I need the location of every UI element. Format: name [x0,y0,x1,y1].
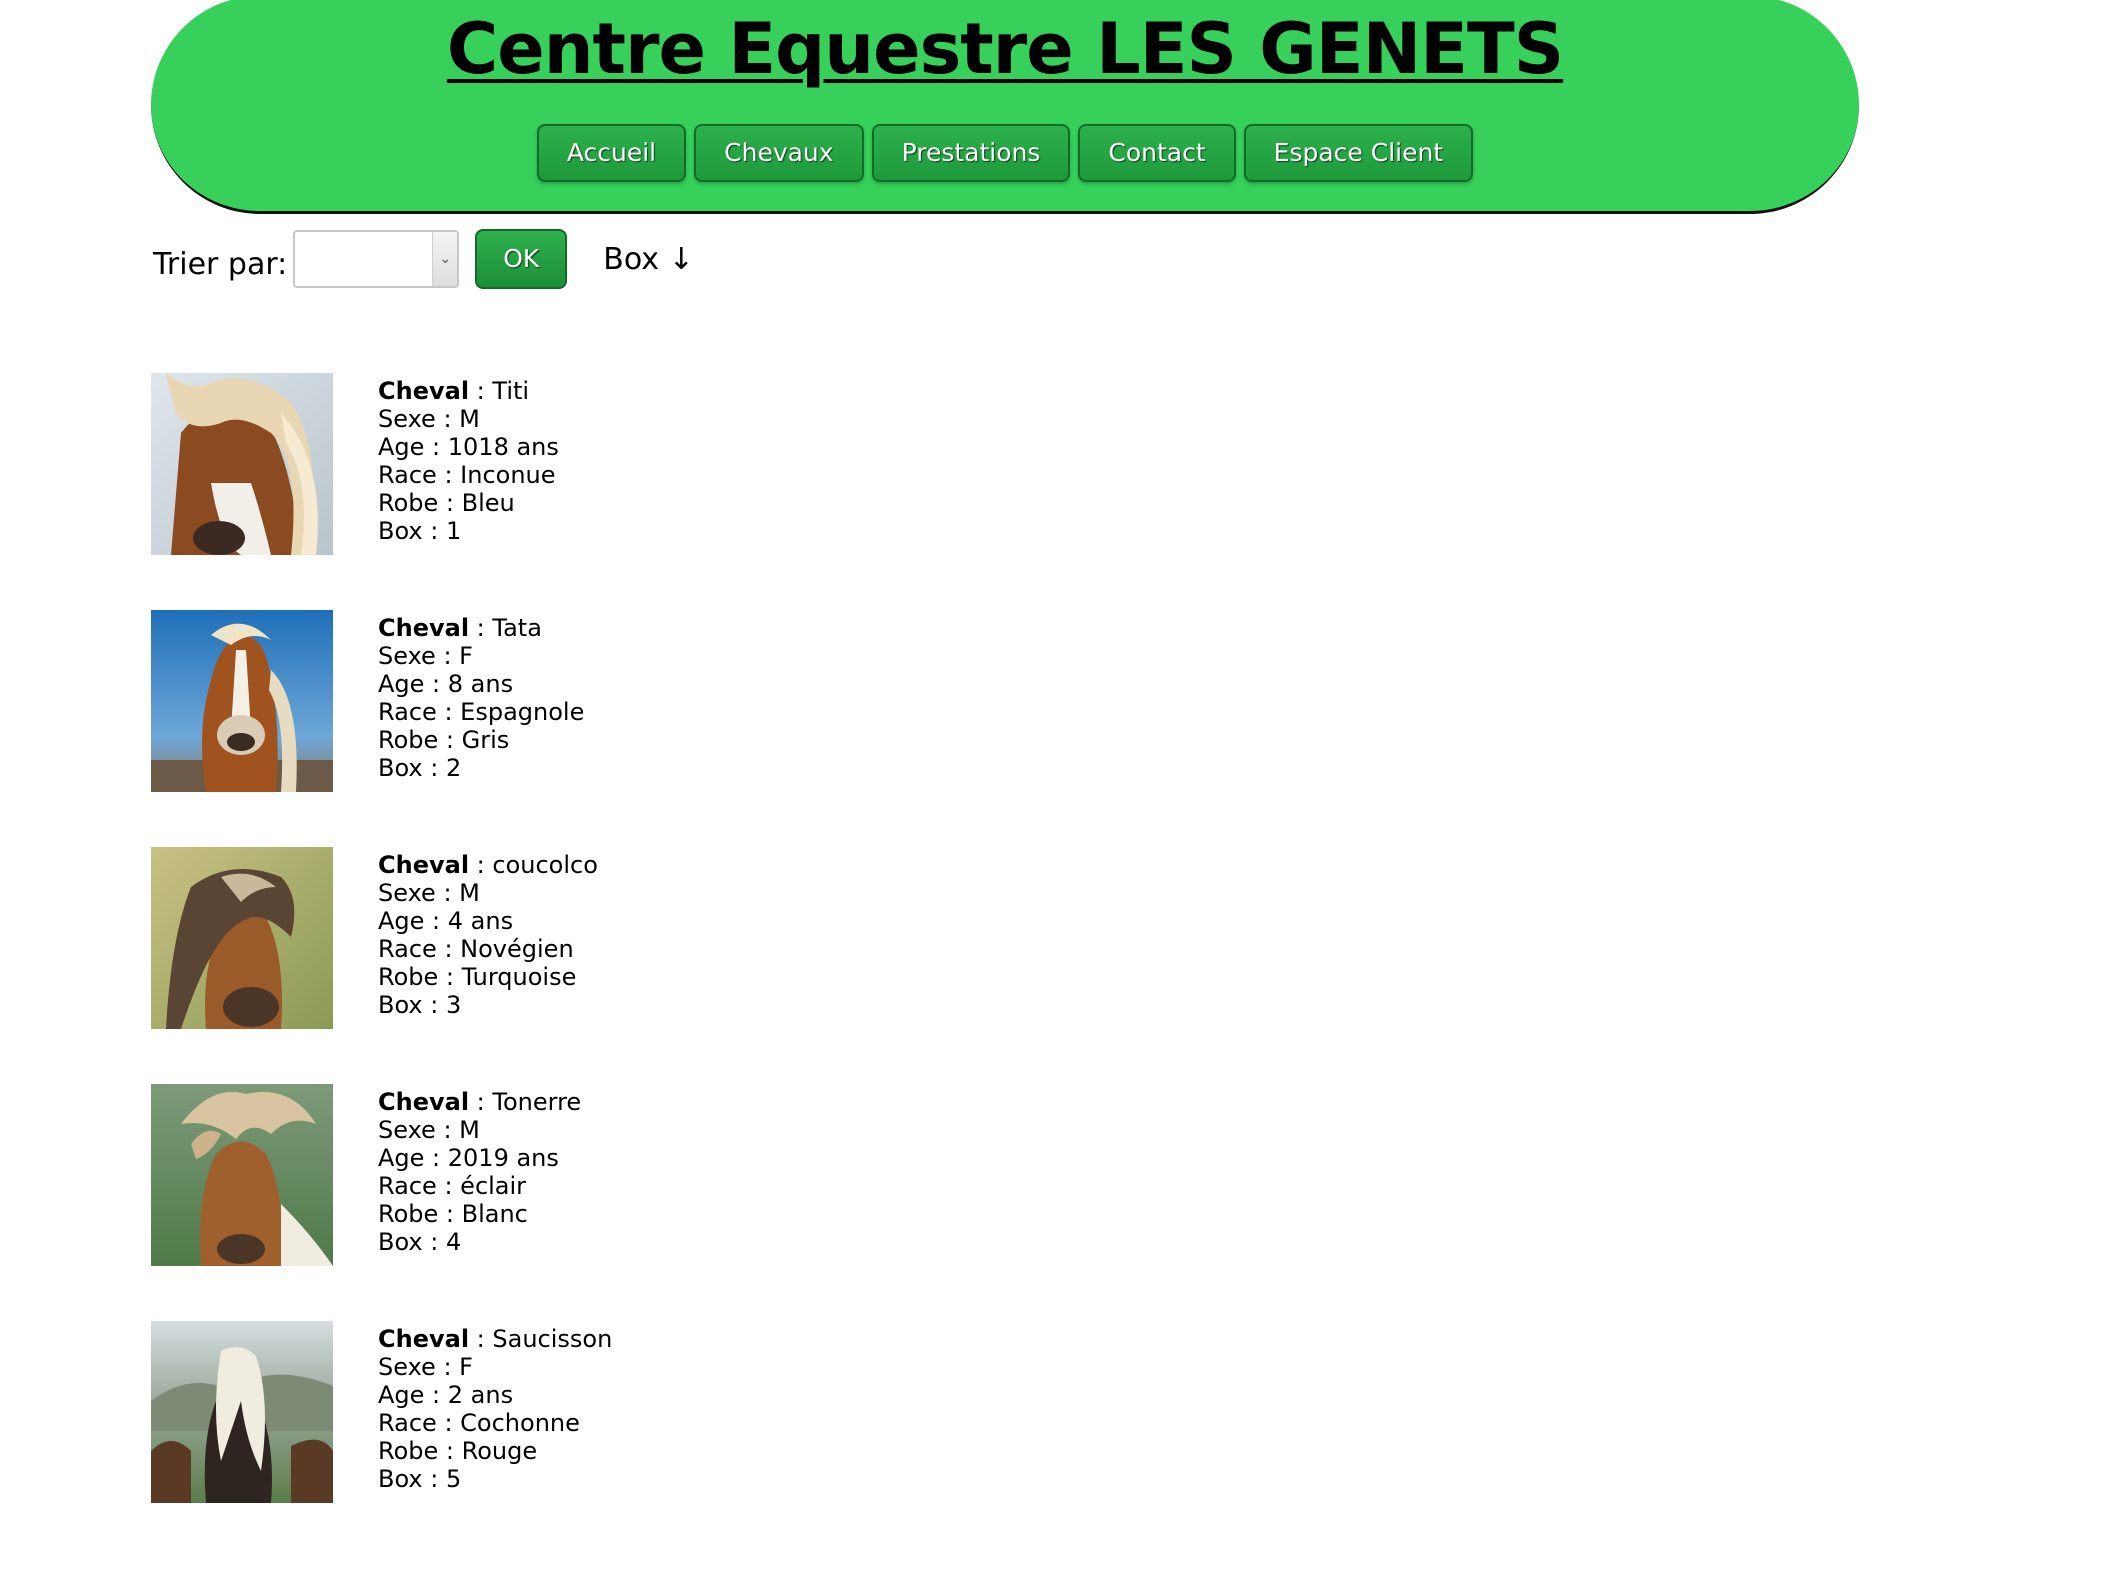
horse-robe: Turquoise [461,963,577,991]
sort-label: Trier par: [153,246,288,282]
horse-info: Cheval : Tonerre Sexe : M Age : 2019 ans… [378,1088,582,1256]
nav-prestations-button[interactable]: Prestations [871,124,1071,182]
horse-photo [151,847,333,1029]
horse-robe: Gris [461,726,510,754]
horse-age: 8 ans [447,670,514,698]
horse-name: Tonerre [492,1088,582,1116]
horse-race: Novégien [460,935,574,963]
sort-bar: Trier par: ⌄ OK Box ↓ [153,228,694,290]
horse-age: 1018 ans [447,433,559,461]
horse-race: Cochonne [460,1409,580,1437]
horse-box: 4 [445,1228,462,1256]
horse-name-label: Cheval [378,851,470,879]
horse-card: Cheval : Titi Sexe : M Age : 1018 ans Ra… [151,373,951,610]
horse-sexe: M [459,1116,480,1144]
horse-name-label: Cheval [378,377,470,405]
site-header: Centre Equestre LES GENETS Accueil Cheva… [151,0,1859,214]
horse-list: Cheval : Titi Sexe : M Age : 1018 ans Ra… [151,373,951,1558]
horse-box: 5 [445,1465,462,1493]
horse-age: 4 ans [447,907,514,935]
nav-chevaux-button[interactable]: Chevaux [694,124,864,182]
main-nav: Accueil Chevaux Prestations Contact Espa… [151,124,1859,182]
horse-photo [151,1084,333,1266]
horse-sexe: F [459,642,473,670]
horse-race: éclair [460,1172,527,1200]
horse-box: 1 [445,517,462,545]
horse-info: Cheval : Titi Sexe : M Age : 1018 ans Ra… [378,377,559,545]
horse-name-label: Cheval [378,614,470,642]
horse-info: Cheval : Saucisson Sexe : F Age : 2 ans … [378,1325,613,1493]
horse-race: Espagnole [460,698,585,726]
horse-photo [151,1321,333,1503]
horse-name-label: Cheval [378,1325,470,1353]
horse-age: 2019 ans [447,1144,559,1172]
horse-robe: Rouge [461,1437,538,1465]
horse-sexe: M [459,405,480,433]
horse-name: Saucisson [492,1325,613,1353]
horse-photo [151,373,333,555]
horse-card: Cheval : Tata Sexe : F Age : 8 ans Race … [151,610,951,847]
horse-box: 3 [445,991,462,1019]
ok-button[interactable]: OK [475,229,568,289]
horse-info: Cheval : Tata Sexe : F Age : 8 ans Race … [378,614,585,782]
horse-name: Tata [492,614,542,642]
horse-race: Inconue [460,461,556,489]
horse-card: Cheval : coucolco Sexe : M Age : 4 ans R… [151,847,951,1084]
horse-name-label: Cheval [378,1088,470,1116]
horse-card: Cheval : Tonerre Sexe : M Age : 2019 ans… [151,1084,951,1321]
horse-photo [151,610,333,792]
nav-accueil-button[interactable]: Accueil [536,124,687,182]
horse-info: Cheval : coucolco Sexe : M Age : 4 ans R… [378,851,598,1019]
nav-espace-client-button[interactable]: Espace Client [1243,124,1474,182]
sort-select[interactable]: ⌄ [293,230,460,288]
nav-contact-button[interactable]: Contact [1078,124,1236,182]
horse-card: Cheval : Saucisson Sexe : F Age : 2 ans … [151,1321,951,1558]
horse-box: 2 [445,754,462,782]
current-sort-indicator: Box ↓ [603,241,694,277]
chevron-down-icon[interactable]: ⌄ [432,232,458,286]
horse-sexe: F [459,1353,473,1381]
site-title: Centre Equestre LES GENETS [446,8,1564,90]
horse-sexe: M [459,879,480,907]
horse-name: coucolco [492,851,598,879]
horse-age: 2 ans [447,1381,514,1409]
horse-name: Titi [492,377,530,405]
horse-robe: Bleu [461,489,515,517]
horse-robe: Blanc [461,1200,528,1228]
